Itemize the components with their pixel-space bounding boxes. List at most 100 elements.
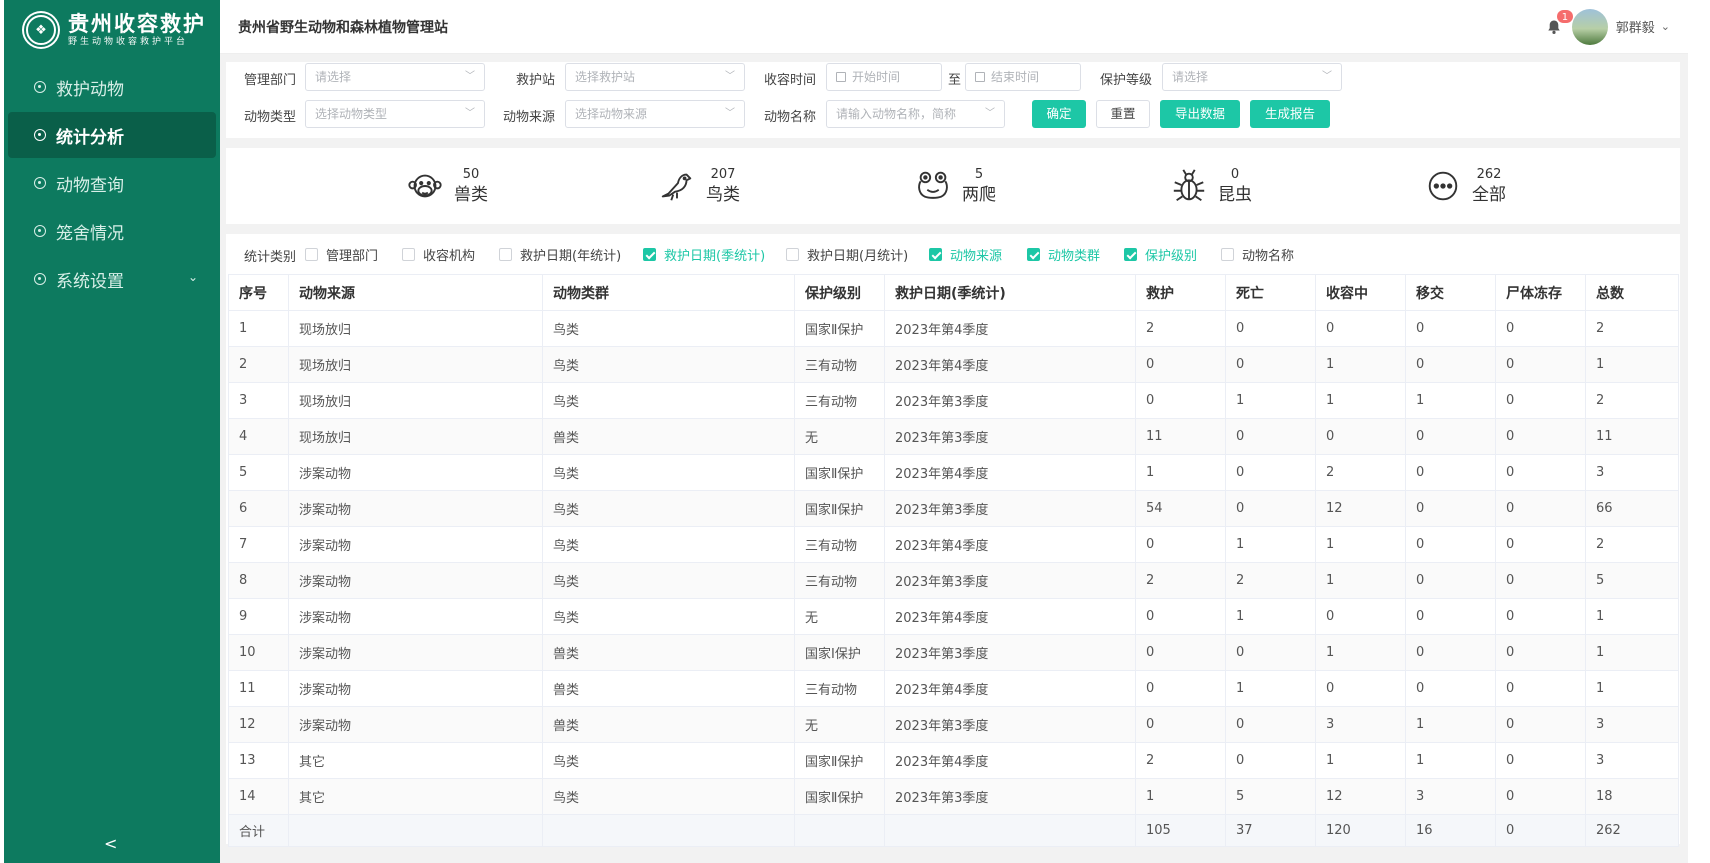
bell-icon[interactable]: 1: [1546, 8, 1575, 35]
sidebar-item-rescue[interactable]: 救护动物: [8, 64, 216, 110]
station-select[interactable]: 选择救护站 ﹀: [565, 63, 745, 91]
checkbox[interactable]: [499, 248, 512, 261]
avatar[interactable]: [1571, 8, 1608, 45]
station-placeholder: 选择救护站: [575, 70, 636, 84]
sidebar-item-cages[interactable]: 笼舍情况: [8, 208, 216, 254]
category-quarter-checkbox[interactable]: 救护日期(季统计): [643, 245, 765, 264]
table-cell: 2: [1585, 310, 1679, 347]
table-cell: 2023年第3季度: [884, 634, 1136, 671]
table-cell: 兽类: [542, 634, 795, 671]
table-cell: 1: [1225, 598, 1316, 635]
checkbox[interactable]: [1124, 248, 1137, 261]
table-row[interactable]: 12 涉案动物 兽类无 2023年第3季度 0 0 3 1 0 3: [228, 706, 1679, 743]
table-row[interactable]: 1 现场放归 鸟类 国家Ⅱ保护 2023年第4季度 2 0 0 0 0 2: [228, 310, 1679, 347]
table-cell: 现场放归: [288, 310, 543, 347]
stat-count: 50: [462, 167, 480, 182]
end-time-input[interactable]: 结束时间: [965, 63, 1081, 91]
table-cell: 0: [1495, 670, 1586, 707]
brand-subtitle: 野生动物收容救护平台: [68, 37, 189, 47]
table-body: 1 现场放归 鸟类 国家Ⅱ保护 2023年第4季度 2 0 0 0 0 2 2 现场放归 鸟类 三有动物 20…: [228, 310, 1679, 815]
stat-birds[interactable]: 207 鸟类: [658, 148, 740, 224]
checkbox[interactable]: [929, 248, 942, 261]
column-header: 救护: [1135, 274, 1226, 311]
chevron-down-icon: ﹀: [465, 71, 475, 82]
table-row[interactable]: 2 现场放归 鸟类 三有动物 2023年第4季度 0 0 1 0 0 1: [228, 346, 1679, 383]
table-cell: 国家Ⅰ保护: [794, 634, 885, 671]
table-cell: 国家Ⅱ保护: [794, 490, 885, 527]
table-row[interactable]: 13 其它 鸟类 国家Ⅱ保护 2023年第4季度 2 0 1 1 0 3: [228, 742, 1679, 779]
checkbox[interactable]: [1027, 248, 1040, 261]
calendar-icon: [836, 72, 846, 82]
table-cell: 0: [1315, 670, 1406, 707]
table-cell: 1: [1585, 634, 1679, 671]
category-dept-checkbox[interactable]: 管理部门: [305, 245, 378, 264]
checkbox[interactable]: [643, 248, 656, 261]
stat-mammals[interactable]: 50 兽类: [406, 148, 488, 224]
reset-button[interactable]: 重置: [1096, 100, 1150, 128]
dept-placeholder: 请选择: [315, 70, 352, 84]
stat-all[interactable]: 262 全部: [1424, 148, 1506, 224]
report-button[interactable]: 生成报告: [1250, 100, 1330, 128]
start-time-input[interactable]: 开始时间: [826, 63, 942, 91]
table-cell: 18: [1585, 778, 1679, 815]
stat-insects[interactable]: 0 昆虫: [1170, 148, 1252, 224]
table-row[interactable]: 3 现场放归 鸟类 三有动物 2023年第3季度 0 1 1 1 0 2: [228, 382, 1679, 419]
table-cell: 鸟类: [542, 454, 795, 491]
sidebar-item-statistics[interactable]: 统计分析: [8, 112, 216, 158]
category-name-checkbox[interactable]: 动物名称: [1221, 245, 1294, 264]
source-select[interactable]: 选择动物来源 ﹀: [565, 100, 745, 128]
table-cell: 11: [228, 670, 289, 707]
category-year-checkbox[interactable]: 救护日期(年统计): [499, 245, 621, 264]
category-group-checkbox[interactable]: 动物类群: [1027, 245, 1100, 264]
confirm-button[interactable]: 确定: [1032, 100, 1086, 128]
sidebar-item-settings[interactable]: 系统设置 ⌄: [8, 256, 216, 302]
user-menu[interactable]: 1 郭群毅 ⌄: [1546, 8, 1670, 45]
checkbox[interactable]: [1221, 248, 1234, 261]
table-cell: 0: [1495, 418, 1586, 455]
table-row[interactable]: 10 涉案动物 兽类 国家Ⅰ保护 2023年第3季度 0 0 1 0 0 1: [228, 634, 1679, 671]
stat-label: 两爬: [962, 185, 996, 205]
header: 贵州省野生动物和森林植物管理站 1 郭群毅 ⌄: [220, 0, 1688, 54]
table-cell: 3: [1315, 706, 1406, 743]
export-button[interactable]: 导出数据: [1160, 100, 1240, 128]
table-cell: 0: [1495, 706, 1586, 743]
category-org-checkbox[interactable]: 收容机构: [402, 245, 475, 264]
statistics-panel: 统计类别 管理部门 收容机构 救护日期(年统计) 救护日期(季统计) 救护日期(…: [226, 234, 1680, 847]
level-select[interactable]: 请选择 ﹀: [1162, 63, 1342, 91]
category-source-checkbox[interactable]: 动物来源: [929, 245, 1002, 264]
type-select[interactable]: 选择动物类型 ﹀: [305, 100, 485, 128]
sidebar-item-query[interactable]: 动物查询: [8, 160, 216, 206]
table-cell: 3: [1585, 742, 1679, 779]
category-month-checkbox[interactable]: 救护日期(月统计): [786, 245, 908, 264]
total-cell: 120: [1315, 814, 1406, 847]
table-row[interactable]: 11 涉案动物 兽类 三有动物 2023年第4季度 0 1 0 0 0 1: [228, 670, 1679, 707]
checkbox[interactable]: [305, 248, 318, 261]
table-cell: 现场放归: [288, 382, 543, 419]
stat-amphibians[interactable]: 5 两爬: [914, 148, 996, 224]
chevron-down-icon: ﹀: [725, 71, 735, 82]
dept-select[interactable]: 请选择 ﹀: [305, 63, 485, 91]
table-row[interactable]: 9 涉案动物 鸟类无 2023年第4季度 0 1 0 0 0 1: [228, 598, 1679, 635]
table-cell: 0: [1225, 742, 1316, 779]
chevron-down-icon[interactable]: ⌄: [1661, 20, 1670, 33]
table-cell: 0: [1225, 454, 1316, 491]
range-separator: 至: [948, 73, 962, 88]
table-cell: 2023年第3季度: [884, 382, 1136, 419]
name-input[interactable]: 请输入动物名称，简称 ﹀: [826, 100, 1005, 128]
collapse-sidebar-button[interactable]: <: [104, 834, 117, 853]
table-row[interactable]: 5 涉案动物 鸟类 国家Ⅱ保护 2023年第4季度 1 0 2 0 0 3: [228, 454, 1679, 491]
checkbox[interactable]: [402, 248, 415, 261]
filter-panel: 管理部门 请选择 ﹀ 救护站 选择救护站 ﹀ 收容时间 开始时间 至 结束时间 …: [226, 62, 1680, 138]
column-header: 保护级别: [794, 274, 885, 311]
table-row[interactable]: 6 涉案动物 鸟类 国家Ⅱ保护 2023年第3季度 54 0 12 0 0 66: [228, 490, 1679, 527]
table-cell: 2: [1225, 562, 1316, 599]
checkbox[interactable]: [786, 248, 799, 261]
category-level-checkbox[interactable]: 保护级别: [1124, 245, 1197, 264]
total-cell: [884, 814, 1136, 847]
table-row[interactable]: 8 涉案动物 鸟类 三有动物 2023年第3季度 2 2 1 0 0 5: [228, 562, 1679, 599]
chevron-down-icon: ﹀: [465, 108, 475, 119]
table-cell: 涉案动物: [288, 634, 543, 671]
table-row[interactable]: 14 其它 鸟类 国家Ⅱ保护 2023年第3季度 1 5 12 3 0 18: [228, 778, 1679, 815]
table-row[interactable]: 4 现场放归 兽类无 2023年第3季度 11 0 0 0 0 11: [228, 418, 1679, 455]
table-row[interactable]: 7 涉案动物 鸟类 三有动物 2023年第4季度 0 1 1 0 0 2: [228, 526, 1679, 563]
